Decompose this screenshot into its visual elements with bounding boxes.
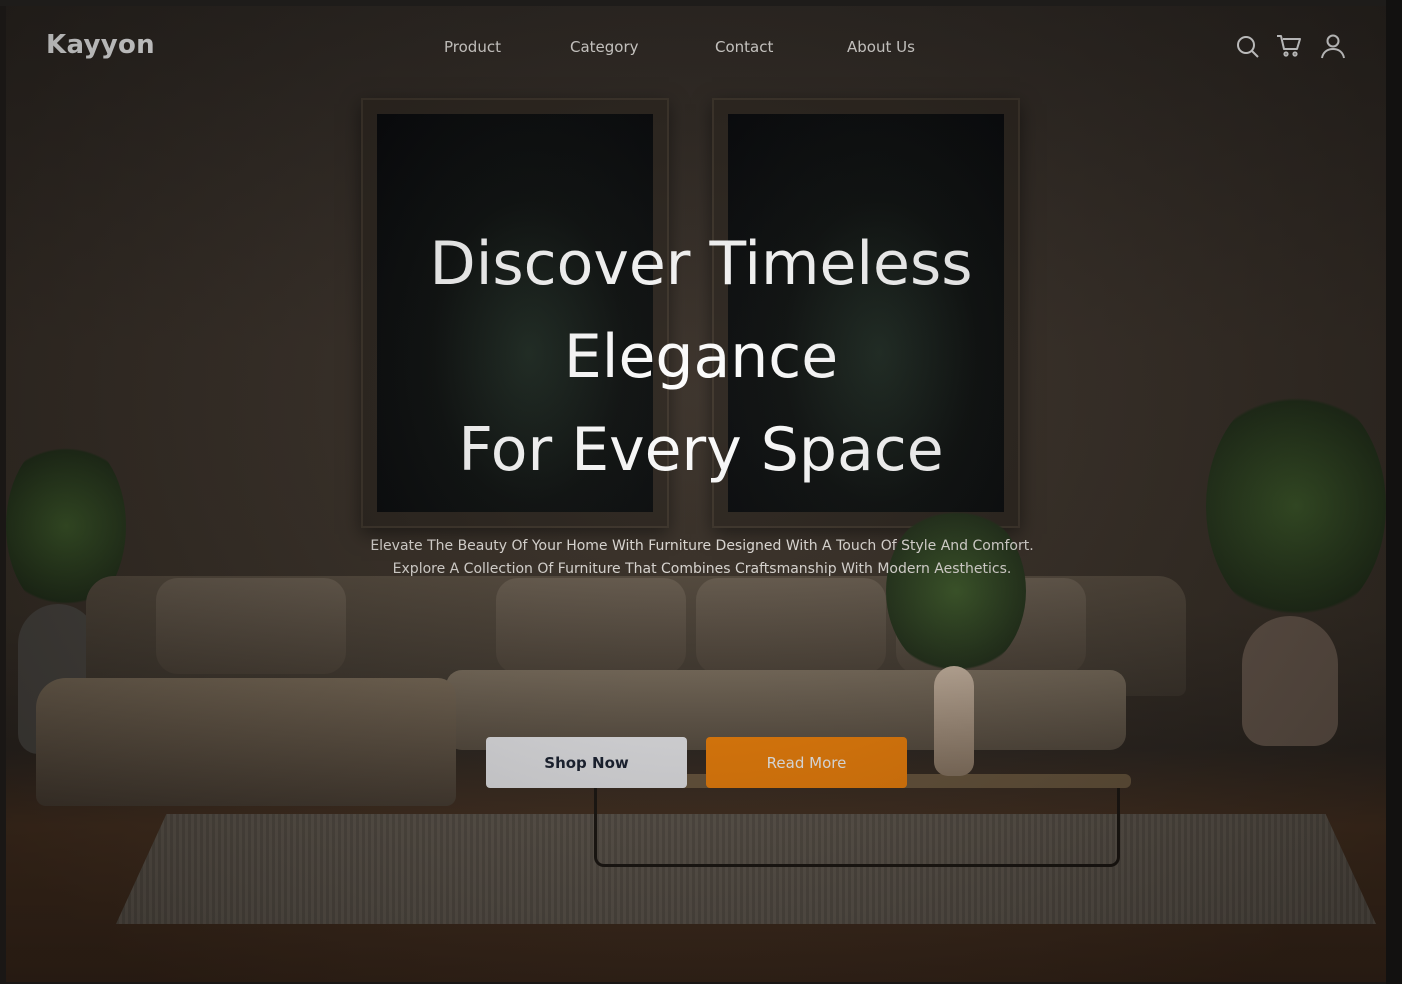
- hero-headline-line: For Every Space: [458, 415, 944, 485]
- hero-description-line: Elevate The Beauty Of Your Home With Fur…: [370, 538, 1034, 554]
- nav-item-category[interactable]: Category: [570, 38, 639, 56]
- shop-now-button[interactable]: Shop Now: [486, 737, 687, 788]
- hero-description: Elevate The Beauty Of Your Home With Fur…: [296, 535, 1108, 581]
- vase-right: [1242, 616, 1338, 746]
- nav-item-about-us[interactable]: About Us: [847, 38, 915, 56]
- search-icon[interactable]: [1235, 34, 1261, 60]
- user-icon[interactable]: [1320, 33, 1346, 59]
- sofa-chaise: [36, 678, 456, 806]
- nav-item-product[interactable]: Product: [444, 38, 501, 56]
- brand-logo[interactable]: Kayyon: [46, 30, 155, 60]
- table-plant: [886, 506, 1026, 676]
- coffee-table-frame: [594, 788, 1120, 867]
- hero-headline-line: Discover Timeless: [429, 229, 973, 299]
- window-right-edge: [1386, 0, 1402, 984]
- sofa-cushion: [696, 578, 886, 674]
- hero-description-line: Explore A Collection Of Furniture That C…: [392, 561, 1012, 577]
- read-more-button[interactable]: Read More: [706, 737, 907, 788]
- hero-headline: Discover Timeless Elegance For Every Spa…: [306, 218, 1096, 497]
- cart-icon[interactable]: [1276, 33, 1302, 59]
- sofa-cushion: [156, 578, 346, 674]
- table-vase: [934, 666, 974, 776]
- hero-section: Kayyon Product Category Contact About Us…: [6, 6, 1386, 982]
- hero-headline-line: Elegance: [563, 322, 839, 392]
- nav-item-contact[interactable]: Contact: [715, 38, 773, 56]
- sofa-cushion: [496, 578, 686, 674]
- plant-right: [1206, 386, 1386, 626]
